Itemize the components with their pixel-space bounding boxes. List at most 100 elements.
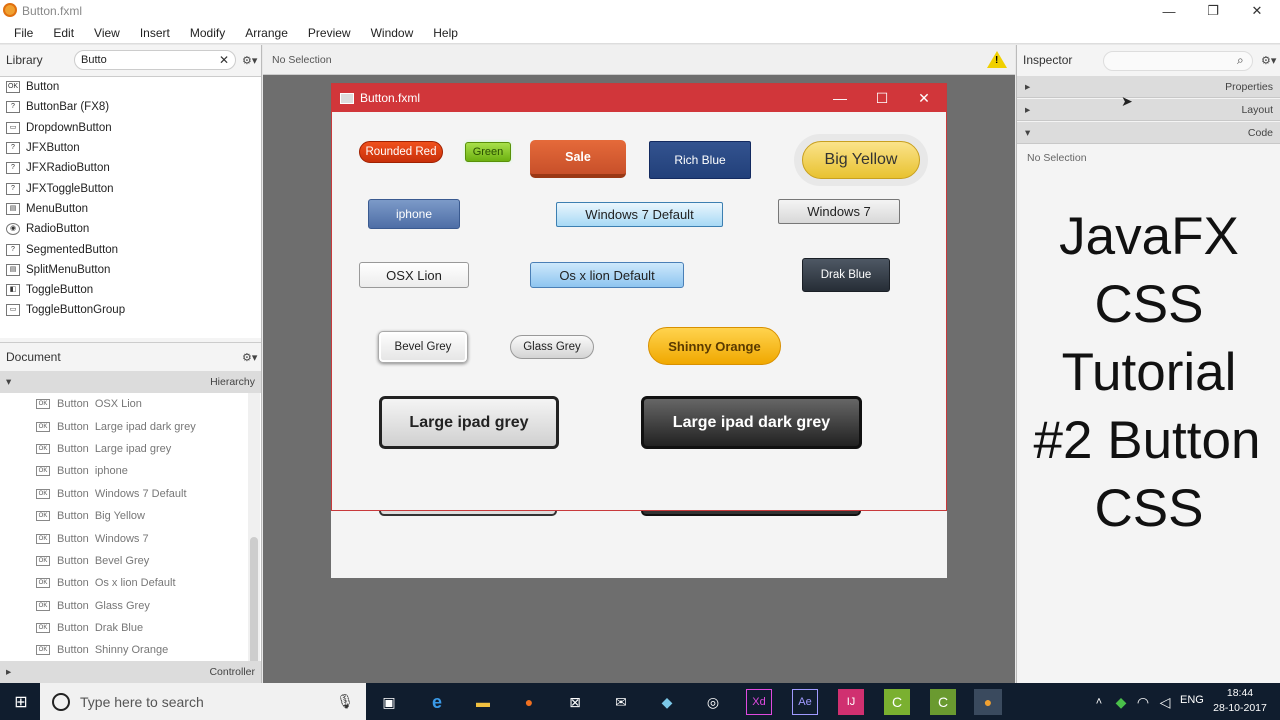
library-item-jfxbutton[interactable]: ? JFXButton — [0, 138, 261, 158]
big-yellow-button[interactable]: Big Yellow — [802, 141, 920, 179]
collapse-arrow-icon: ▾ — [6, 376, 12, 388]
minimize-button[interactable]: — — [1146, 0, 1192, 22]
drak-blue-button[interactable]: Drak Blue — [802, 258, 890, 292]
library-item-dropdownbutton[interactable]: ▭ DropdownButton — [0, 118, 261, 138]
overlay-line: CSS — [1094, 479, 1204, 538]
section-layout[interactable]: ▸ Layout — [1017, 99, 1280, 121]
inspector-gear-icon[interactable]: ⚙▾ — [1261, 54, 1276, 67]
hierarchy-header[interactable]: ▾ Hierarchy — [0, 371, 261, 393]
hierarchy-row[interactable]: OK Button Large ipad dark grey — [0, 415, 261, 437]
windows-7-button[interactable]: Windows 7 — [778, 199, 900, 224]
large-ipad-dark-grey-button[interactable]: Large ipad dark grey — [641, 396, 862, 449]
large-ipad-grey-button[interactable]: Large ipad grey — [379, 396, 559, 449]
camtasia-recorder-icon[interactable]: C — [930, 689, 956, 715]
library-item-jfxradiobutton[interactable]: ? JFXRadioButton — [0, 158, 261, 178]
hierarchy-row[interactable]: OK Button Glass Grey — [0, 595, 261, 617]
row-name: iphone — [94, 465, 128, 478]
section-properties[interactable]: ▸ Properties — [1017, 76, 1280, 98]
menu-window[interactable]: Window — [371, 26, 414, 40]
menu-insert[interactable]: Insert — [140, 26, 170, 40]
store-icon[interactable]: ⊠ — [562, 689, 588, 715]
clock-time: 18:44 — [1226, 687, 1254, 699]
library-item-splitmenubutton[interactable]: ▤ SplitMenuButton — [0, 260, 261, 280]
preview-maximize-button[interactable]: ☐ — [862, 84, 902, 112]
task-view-icon[interactable]: ▣ — [376, 689, 402, 715]
glass-grey-button[interactable]: Glass Grey — [510, 335, 594, 359]
camtasia-icon[interactable]: C — [884, 689, 910, 715]
rounded-red-button[interactable]: Rounded Red — [359, 141, 443, 163]
close-button[interactable]: ✕ — [1234, 0, 1280, 22]
library-item-jfxtogglebutton[interactable]: ? JFXToggleButton — [0, 178, 261, 198]
windows-start-icon[interactable]: ⊞ — [8, 689, 34, 715]
hierarchy-row[interactable]: OK Button iphone — [0, 460, 261, 482]
library-gear-icon[interactable]: ⚙▾ — [242, 54, 257, 67]
clear-search-icon[interactable]: ✕ — [219, 53, 229, 67]
hierarchy-row[interactable]: OK Button Large ipad grey — [0, 438, 261, 460]
inspector-search-input[interactable] — [1103, 51, 1253, 71]
library-item-togglebutton[interactable]: ◧ ToggleButton — [0, 280, 261, 300]
unknown-icon: ? — [6, 142, 20, 155]
hierarchy-row[interactable]: OK Button Windows 7 — [0, 527, 261, 549]
menu-preview[interactable]: Preview — [308, 26, 351, 40]
library-item-button[interactable]: OK Button — [0, 77, 261, 97]
clock[interactable]: 18:44 28-10-2017 — [1212, 686, 1268, 716]
sale-button[interactable]: Sale — [530, 140, 626, 178]
mail-icon[interactable]: ✉ — [608, 689, 634, 715]
bevel-grey-button[interactable]: Bevel Grey — [378, 331, 468, 363]
hierarchy-row[interactable]: OK Button Shinny Orange — [0, 639, 261, 661]
mouse-cursor-icon: ➤ — [1121, 93, 1133, 109]
hierarchy-row[interactable]: OK Button Bevel Grey — [0, 550, 261, 572]
hierarchy-row[interactable]: OK Button Os x lion Default — [0, 572, 261, 594]
shinny-orange-button[interactable]: Shinny Orange — [648, 327, 781, 365]
scene-builder-taskbar-icon[interactable]: ● — [974, 689, 1002, 715]
document-gear-icon[interactable]: ⚙▾ — [242, 351, 257, 364]
library-item-label: Button — [26, 81, 60, 94]
rich-blue-button[interactable]: Rich Blue — [649, 141, 751, 179]
language-indicator[interactable]: ENG — [1180, 694, 1204, 706]
windows-7-default-button[interactable]: Windows 7 Default — [556, 202, 723, 227]
controller-label: Controller — [209, 666, 255, 678]
menu-arrange[interactable]: Arrange — [245, 26, 288, 40]
button-icon: OK — [36, 578, 50, 589]
section-label: Layout — [1241, 103, 1273, 116]
library-item-togglebuttongroup[interactable]: ▭ ToggleButtonGroup — [0, 300, 261, 320]
toggle-icon: ◧ — [6, 284, 20, 297]
overlay-line: #2 Button — [1033, 411, 1261, 470]
library-item-buttonbar[interactable]: ? ButtonBar (FX8) — [0, 97, 261, 117]
intellij-icon[interactable]: IJ — [838, 689, 864, 715]
os-x-lion-default-button[interactable]: Os x lion Default — [530, 262, 684, 288]
section-code[interactable]: ▾ Code — [1017, 122, 1280, 144]
edge-icon[interactable]: e — [424, 689, 450, 715]
app-icon[interactable]: ◆ — [654, 689, 680, 715]
file-explorer-icon[interactable]: ▬ — [470, 689, 496, 715]
hierarchy-row[interactable]: OK Button Drak Blue — [0, 617, 261, 639]
microphone-icon[interactable]: 🎙 — [336, 693, 354, 710]
volume-icon[interactable]: ◁ — [1152, 689, 1178, 715]
menu-file[interactable]: File — [14, 26, 33, 40]
firefox-icon[interactable]: ● — [516, 689, 542, 715]
library-item-segmentedbutton[interactable]: ? SegmentedButton — [0, 239, 261, 259]
library-item-menubutton[interactable]: ▤ MenuButton — [0, 199, 261, 219]
iphone-button[interactable]: iphone — [368, 199, 460, 229]
hierarchy-row[interactable]: OK Button Big Yellow — [0, 505, 261, 527]
hierarchy-row[interactable]: OK Button Windows 7 Default — [0, 483, 261, 505]
maximize-button[interactable]: ❐ — [1190, 0, 1236, 22]
preview-close-button[interactable]: ✕ — [904, 84, 944, 112]
design-canvas[interactable] — [331, 508, 947, 578]
library-item-radiobutton[interactable]: ◉ RadioButton — [0, 219, 261, 239]
controller-header[interactable]: ▸ Controller — [0, 661, 261, 683]
preview-minimize-button[interactable]: — — [820, 84, 860, 112]
warning-icon[interactable]: ! — [987, 51, 1007, 68]
adobe-xd-icon[interactable]: Xd — [746, 689, 772, 715]
taskbar-search-box[interactable]: Type here to search 🎙 — [40, 683, 366, 720]
after-effects-icon[interactable]: Ae — [792, 689, 818, 715]
menu-help[interactable]: Help — [433, 26, 458, 40]
target-app-icon[interactable]: ◎ — [700, 689, 726, 715]
osx-lion-button[interactable]: OSX Lion — [359, 262, 469, 288]
green-button[interactable]: Green — [465, 142, 511, 162]
hierarchy-row[interactable]: OK Button OSX Lion — [0, 393, 261, 415]
menu-modify[interactable]: Modify — [190, 26, 225, 40]
library-search-input[interactable]: Butto ✕ — [74, 50, 236, 70]
menu-view[interactable]: View — [94, 26, 120, 40]
menu-edit[interactable]: Edit — [53, 26, 74, 40]
